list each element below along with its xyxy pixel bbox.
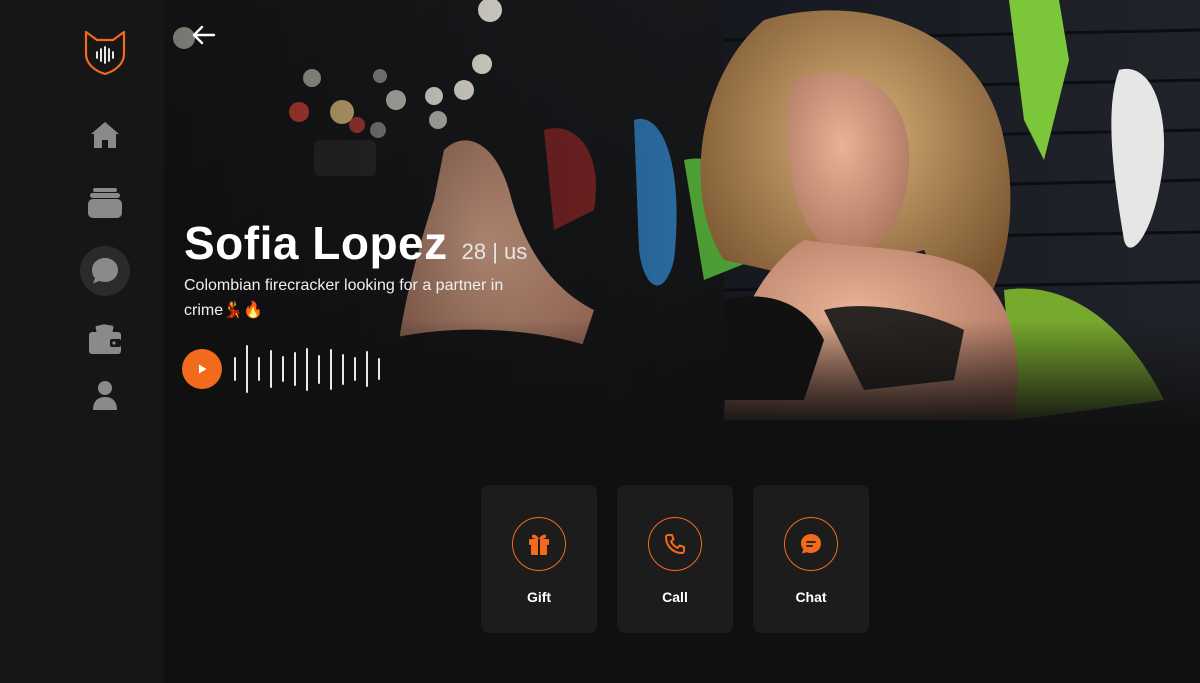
waveform-bar	[378, 358, 380, 380]
sidebar-item-profile[interactable]	[80, 370, 130, 420]
back-button[interactable]	[186, 20, 220, 50]
profile-name-row: Sofia Lopez 28 | us	[184, 216, 527, 270]
gift-label: Gift	[526, 589, 552, 605]
gift-icon	[512, 517, 566, 571]
call-button[interactable]: Call	[617, 485, 733, 633]
play-icon	[199, 364, 207, 374]
waveform-bar	[330, 348, 332, 390]
sidebar-item-wallet[interactable]	[80, 314, 130, 364]
waveform-bar	[234, 357, 236, 381]
waveform-bar	[306, 347, 308, 391]
waveform-bar	[342, 353, 344, 385]
chat-bubble-icon	[92, 258, 118, 284]
waveform-bar	[258, 357, 260, 381]
home-icon	[91, 122, 119, 148]
profile-tagline: Colombian firecracker looking for a part…	[184, 277, 504, 319]
chat-button[interactable]: Chat	[753, 485, 869, 633]
wallet-icon	[89, 324, 121, 354]
waveform-bar	[246, 345, 248, 393]
waveform-bar	[354, 357, 356, 381]
sidebar-item-home[interactable]	[80, 110, 130, 160]
fox-logo-icon[interactable]	[80, 26, 130, 76]
waveform-bar	[282, 356, 284, 382]
gift-button[interactable]: Gift	[481, 485, 597, 633]
sidebar	[0, 0, 164, 683]
profile-name: Sofia Lopez	[184, 217, 448, 269]
chat-label: Chat	[795, 589, 827, 605]
profile-hero: Sofia Lopez 28 | us Colombian firecracke…	[164, 0, 1200, 430]
voice-note-waveform[interactable]	[234, 344, 380, 394]
user-icon	[93, 381, 117, 410]
voice-note-player	[182, 344, 380, 394]
profile-age-location: 28 | us	[461, 239, 528, 264]
call-label: Call	[662, 589, 688, 605]
action-bar: Gift Call Chat	[481, 485, 869, 633]
sidebar-item-cards[interactable]	[80, 178, 130, 228]
waveform-bar	[318, 354, 320, 384]
arrow-left-icon	[192, 25, 216, 45]
waveform-bar	[366, 351, 368, 387]
waveform-bar	[294, 352, 296, 386]
play-button[interactable]	[182, 349, 222, 389]
sidebar-item-chats[interactable]	[80, 246, 130, 296]
phone-icon	[648, 517, 702, 571]
chat-message-icon	[784, 517, 838, 571]
app-root: Sofia Lopez 28 | us Colombian firecracke…	[0, 0, 1200, 683]
waveform-bar	[270, 350, 272, 388]
cards-stack-icon	[88, 188, 122, 218]
